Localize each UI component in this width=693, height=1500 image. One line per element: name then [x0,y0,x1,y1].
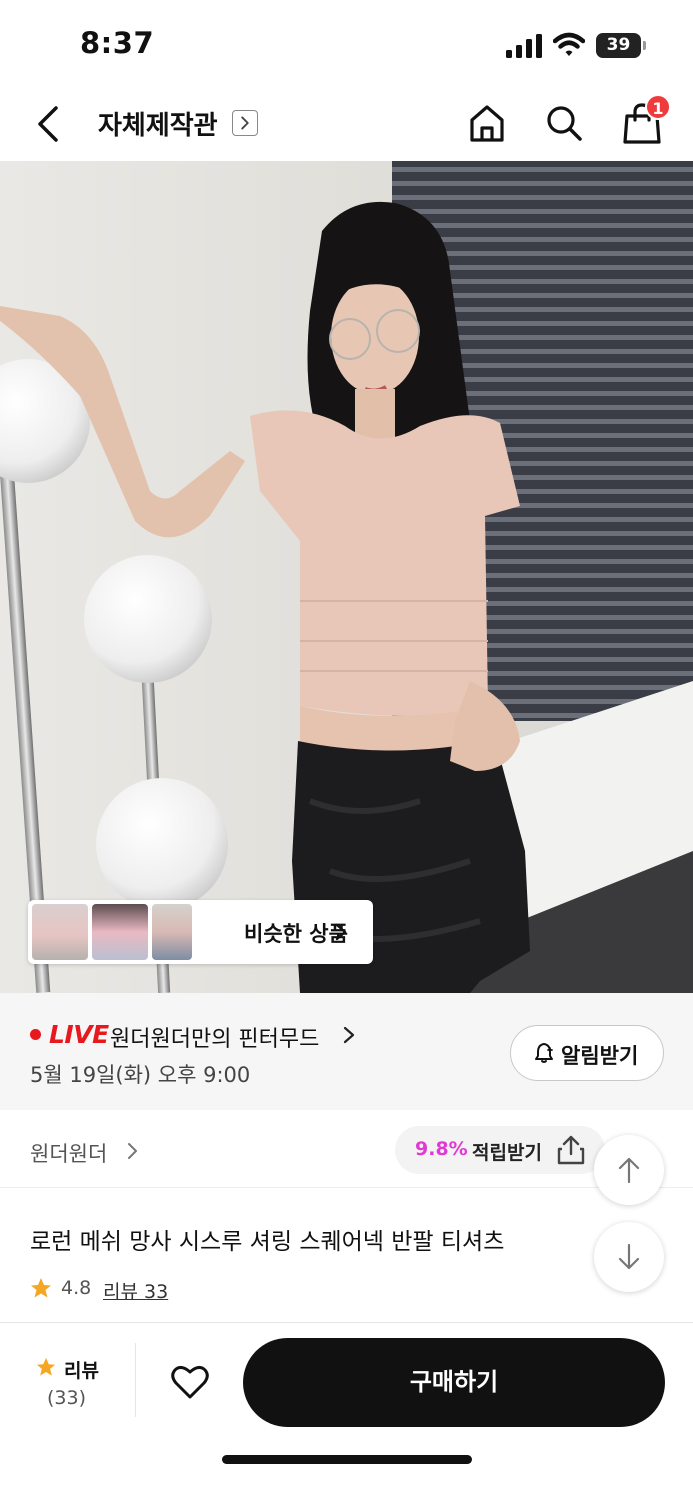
review-summary-button[interactable]: 리뷰 (33) [30,1353,110,1413]
chevron-right-icon[interactable] [127,1142,138,1160]
scroll-up-button[interactable] [594,1135,664,1205]
live-badge: LIVE [49,1020,109,1049]
signal-icon [506,34,542,58]
chevron-right-icon[interactable] [343,1026,355,1044]
chevron-right-icon[interactable] [232,110,258,136]
cart-badge: 1 [645,94,671,120]
chevron-right-icon [335,923,347,941]
status-time: 8:37 [80,26,155,60]
blind-slat [392,181,693,186]
brand-row: 원더원더 9.8% 적립받기 [0,1110,693,1188]
reviews-link[interactable]: 리뷰 33 [103,1277,168,1304]
divider [135,1343,136,1417]
reward-percent: 9.8% [415,1138,468,1160]
arrow-down-icon [618,1243,640,1270]
page-title[interactable]: 자체제작관 [98,105,218,142]
star-icon [36,1357,56,1376]
alarm-button[interactable]: 알림받기 [510,1025,664,1081]
battery-indicator: 39 [596,33,646,58]
bell-icon [535,1043,553,1063]
alarm-label: 알림받기 [561,1044,639,1068]
product-photo [0,161,693,993]
search-icon[interactable] [544,102,584,144]
wifi-icon [553,32,585,56]
arrow-up-icon [618,1157,640,1184]
live-date: 5월 19일(화) 오후 9:00 [30,1063,251,1087]
bottom-action-bar: 리뷰 (33) 구매하기 [0,1322,693,1500]
product-image[interactable]: 비슷한 상품 [0,161,693,993]
live-show-name[interactable]: 원더원더만의 핀터무드 [110,1021,319,1053]
blind-slat [392,223,693,228]
star-icon [31,1278,51,1298]
top-nav: 자체제작관 1 [0,88,693,160]
blind-slat [392,209,693,214]
product-title: 로런 메쉬 망사 시스루 셔링 스퀘어넥 반팔 티셔츠 [30,1229,505,1255]
battery-nub [643,41,646,50]
rating-score: 4.8 [61,1277,92,1299]
review-count: (33) [47,1387,87,1409]
similar-thumb-2 [92,904,148,960]
similar-thumb-1 [32,904,88,960]
brand-name[interactable]: 원더원더 [30,1138,107,1168]
similar-thumb-3 [152,904,192,960]
status-bar: 8:37 39 [0,0,693,88]
review-label: 리뷰 [64,1360,99,1382]
heart-icon[interactable] [170,1364,210,1400]
buy-button[interactable]: 구매하기 [243,1338,665,1427]
home-indicator [222,1455,472,1464]
live-dot [30,1029,41,1040]
similar-products-button[interactable]: 비슷한 상품 [28,900,373,964]
share-icon[interactable] [556,1134,586,1166]
live-banner[interactable]: LIVE 원더원더만의 핀터무드 5월 19일(화) 오후 9:00 알림받기 [0,993,693,1110]
blind-slat [392,195,693,200]
back-icon[interactable] [30,102,66,146]
reward-label: 적립받기 [472,1142,542,1164]
blind-slat [392,167,693,172]
scroll-down-button[interactable] [594,1222,664,1292]
battery-level: 39 [596,33,641,58]
home-icon[interactable] [467,102,507,144]
similar-products-label: 비슷한 상품 [244,922,348,946]
